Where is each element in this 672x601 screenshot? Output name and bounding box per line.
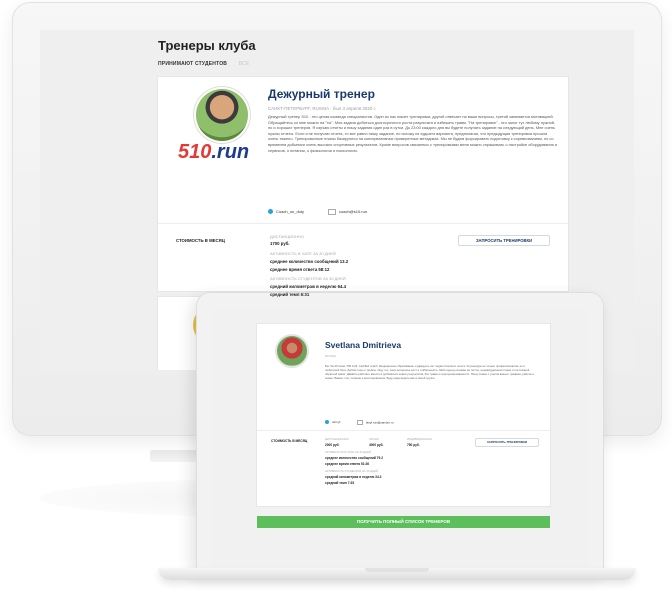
coach-bio-laptop: Бег без Ритмов / PB 3.26. Certified coac… <box>325 364 535 381</box>
full-list-button[interactable]: ПОЛУЧИТЬ ПОЛНЫЙ СПИСОК ТРЕНЕРОВ <box>257 516 550 528</box>
divider <box>257 430 550 431</box>
coach-name[interactable]: Дежурный тренер <box>268 87 375 101</box>
avg-km: средний километраж в неделю 64.4 <box>270 284 347 289</box>
telegram-icon <box>268 209 273 215</box>
email-address-laptop: lasyf.run@yandex.ru <box>366 420 394 425</box>
page-title: Тренеры клуба <box>158 38 256 53</box>
personal-label: ЛИЧНО <box>369 437 379 441</box>
telegram-contact-laptop[interactable]: otrmyf <box>325 420 341 425</box>
filter-tabs: ПРИНИМАЮТ СТУДЕНТОВ ВСЕ <box>158 61 249 67</box>
request-training-button-laptop[interactable]: ЗАПРОСИТЬ ТРЕНИРОВКИ <box>475 438 539 447</box>
telegram-handle-laptop: otrmyf <box>332 420 341 424</box>
laptop-screen: Svetlana Dmitrieva RUSSIA Бег без Ритмов… <box>212 308 588 566</box>
coach-name-laptop[interactable]: Svetlana Dmitrieva <box>325 340 401 350</box>
tab-all[interactable]: ВСЕ <box>239 61 250 67</box>
email-address: coach@s10.run <box>339 209 368 215</box>
avg-response-laptop: среднее время ответа 51:26 <box>325 462 370 466</box>
duration-label: ДИСТАНЦИОННО <box>270 234 305 239</box>
remote-price: 2000 руб. <box>325 443 340 447</box>
logo-tail: .run <box>211 141 250 163</box>
individual-price: 750 руб. <box>407 443 420 447</box>
email-contact[interactable]: coach@s10.run <box>328 209 367 215</box>
chat-activity-label: АКТИВНОСТЬ В ЧАТЕ ЗА 30 ДНЕЙ <box>270 251 336 256</box>
avg-pace-laptop: средний темп 7:35 <box>325 481 355 485</box>
avg-messages-laptop: среднее количество сообщений 79.2 <box>325 456 383 460</box>
remote-label: ДИСТАНЦИОННО <box>325 437 349 441</box>
avg-km-laptop: средний километраж в неделю 34.3 <box>325 475 382 479</box>
telegram-contact[interactable]: Coach_on_duty <box>268 209 305 215</box>
telegram-handle: Coach_on_duty <box>276 209 305 214</box>
avg-pace: средний темп 6:31 <box>270 292 310 297</box>
coach-card-laptop: Svetlana Dmitrieva RUSSIA Бег без Ритмов… <box>257 324 550 506</box>
coach-location-laptop: RUSSIA <box>325 354 337 358</box>
logo-num: 510 <box>178 141 212 163</box>
price-label: СТОИМОСТЬ В МЕСЯЦ <box>176 238 225 243</box>
price-value: 1700 руб. <box>270 241 290 246</box>
avg-response: среднее время ответа 58:12 <box>270 267 330 272</box>
tab-accepting-students[interactable]: ПРИНИМАЮТ СТУДЕНТОВ <box>158 61 227 67</box>
students-activity-label-laptop: АКТИВНОСТЬ СТУДЕНТОВ ЗА 30 ДНЕЙ <box>325 469 378 473</box>
laptop-notch <box>365 568 429 572</box>
chat-activity-label-laptop: АКТИВНОСТЬ В ЧАТЕ ЗА 30 ДНЕЙ <box>325 450 372 454</box>
coach-location: САНКТ-ПЕТЕРБУРГ, RUSSIA · был 3 апреля 2… <box>268 106 377 111</box>
coach-avatar-laptop <box>277 336 307 366</box>
laptop: Svetlana Dmitrieva RUSSIA Бег без Ритмов… <box>196 292 604 570</box>
club-logo: 510.run <box>178 141 249 164</box>
personal-price: 4000 руб. <box>369 443 384 447</box>
coach-avatar <box>196 89 248 141</box>
coach-card: 510.run Дежурный тренер САНКТ-ПЕТЕРБУРГ,… <box>158 77 568 291</box>
telegram-icon <box>325 420 329 425</box>
mail-icon <box>328 209 336 215</box>
email-contact-laptop[interactable]: lasyf.run@yandex.ru <box>357 420 394 425</box>
avg-messages: среднее количество сообщений 13.2 <box>270 259 349 264</box>
mail-icon <box>357 420 363 425</box>
divider <box>158 223 568 224</box>
coach-bio: Дежурный тренер S10 - это целая команда … <box>268 114 557 153</box>
price-label-laptop: СТОИМОСТЬ В МЕСЯЦ <box>271 439 308 443</box>
individual-label: ИНДИВИДУАЛЬНО <box>407 437 433 441</box>
students-activity-label: АКТИВНОСТЬ СТУДЕНТОВ ЗА 30 ДНЕЙ <box>270 276 346 281</box>
request-training-button[interactable]: ЗАПРОСИТЬ ТРЕНИРОВКИ <box>458 235 550 246</box>
